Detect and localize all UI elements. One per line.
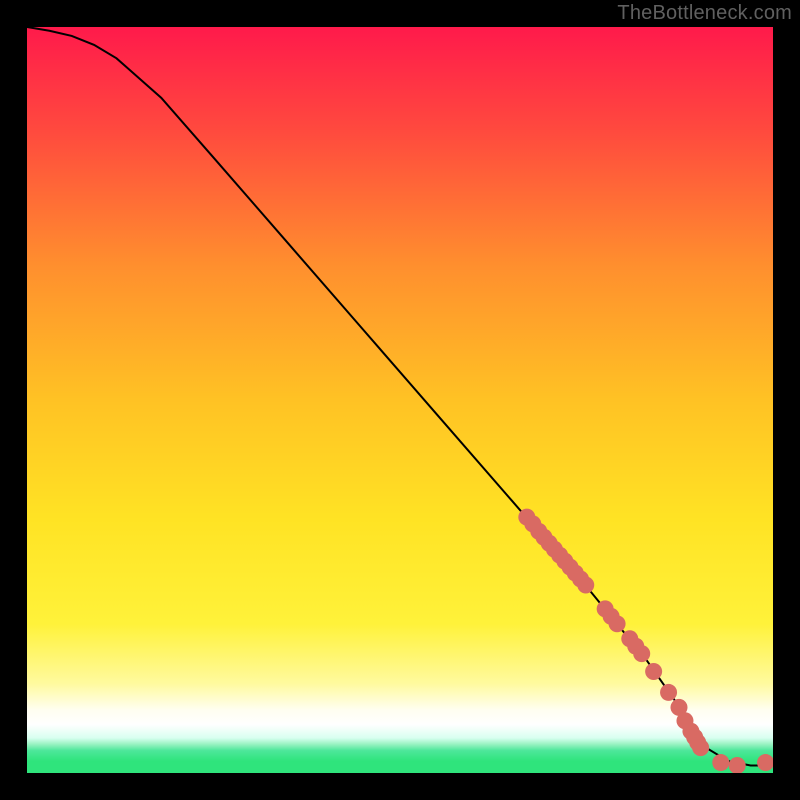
data-point <box>633 645 650 662</box>
data-point <box>692 739 709 756</box>
watermark-text: TheBottleneck.com <box>617 2 792 25</box>
data-point <box>660 684 677 701</box>
data-point <box>645 663 662 680</box>
data-point <box>712 754 729 771</box>
plot-area <box>27 27 773 773</box>
data-point <box>609 615 626 632</box>
gradient-background <box>27 27 773 773</box>
chart-stage: TheBottleneck.com <box>0 0 800 800</box>
data-point <box>577 577 594 594</box>
chart-svg <box>27 27 773 773</box>
